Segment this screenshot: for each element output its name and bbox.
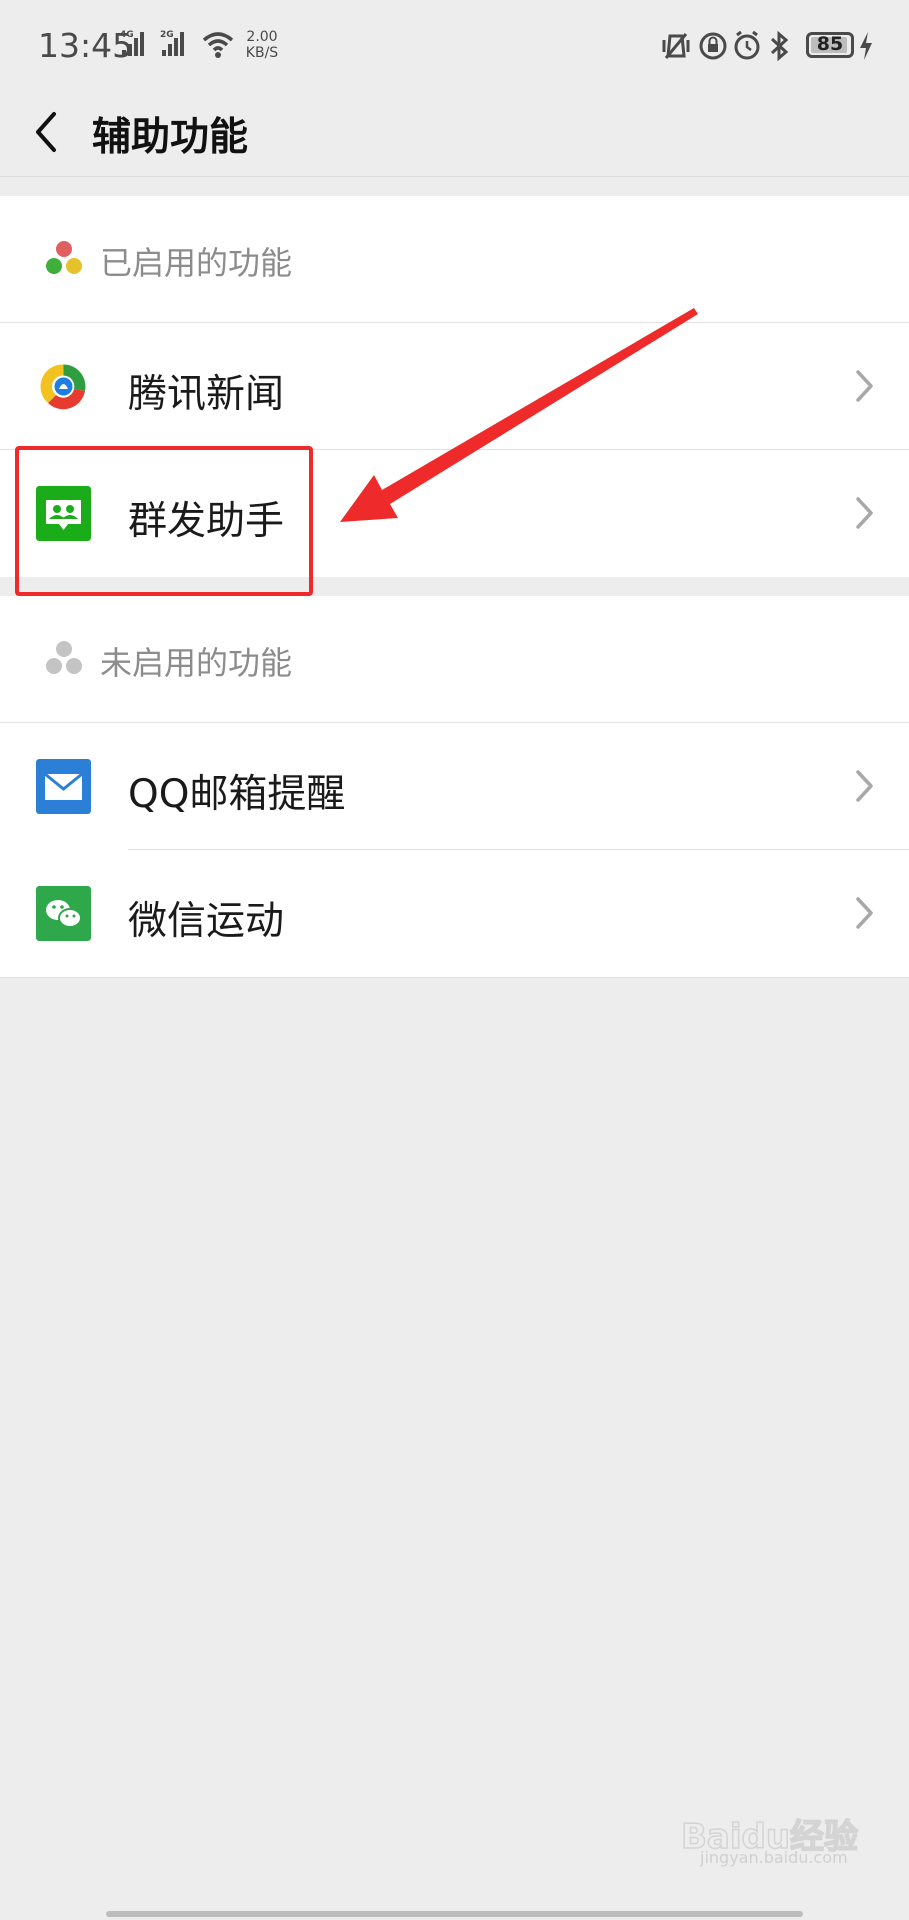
watermark-domain: jingyan.baidu.com xyxy=(700,1848,848,1867)
tencent-news-label: 腾讯新闻 xyxy=(128,372,285,417)
qq-mail-icon xyxy=(36,759,91,814)
tencent-news-icon xyxy=(40,364,86,410)
highlight-box xyxy=(15,446,313,596)
charging-icon xyxy=(860,32,872,60)
qq-mail-label: QQ邮箱提醒 xyxy=(128,772,346,817)
wechat-sport-label: 微信运动 xyxy=(128,899,285,944)
chevron-right-icon xyxy=(856,897,873,929)
enabled-dots-icon xyxy=(46,241,82,274)
chevron-left-icon xyxy=(36,112,56,152)
signal-4g-icon: 4G xyxy=(120,30,144,56)
rotation-lock-icon xyxy=(699,32,727,60)
vibrate-icon xyxy=(662,33,690,59)
signal-2g-icon: 2G xyxy=(160,30,184,56)
chevron-right-icon xyxy=(856,497,873,529)
page-title: 辅助功能 xyxy=(92,115,249,160)
alarm-icon xyxy=(734,30,760,60)
disabled-dots-icon xyxy=(46,641,82,674)
list-item-wechat-sport[interactable]: 微信运动 xyxy=(0,850,909,978)
list-item-qq-mail-reminder[interactable]: QQ邮箱提醒 xyxy=(0,723,909,850)
speed-unit: KB/S xyxy=(245,45,279,61)
net-2g-label: 2G xyxy=(160,30,174,40)
net-4g-label: 4G xyxy=(120,30,134,40)
red-arrow-annotation xyxy=(340,308,698,522)
status-right-icons xyxy=(662,30,789,62)
battery-icon: 85 xyxy=(806,32,854,58)
enabled-section-label: 已启用的功能 xyxy=(100,244,293,282)
status-bar: 13:45 4G 2G 2.00 KB/S 85 xyxy=(0,0,909,88)
battery-level: 85 xyxy=(816,33,844,55)
navigation-bar: 辅助功能 xyxy=(0,88,909,176)
speed-value: 2.00 xyxy=(246,29,278,45)
home-indicator xyxy=(106,1911,803,1917)
nav-divider xyxy=(0,176,909,177)
chevron-right-icon xyxy=(856,770,873,802)
bluetooth-icon xyxy=(770,30,789,62)
status-time: 13:45 xyxy=(38,26,134,65)
disabled-section-label: 未启用的功能 xyxy=(100,644,293,682)
chevron-right-icon xyxy=(856,370,873,402)
wifi-icon xyxy=(202,32,234,58)
disabled-section-header: 未启用的功能 xyxy=(0,596,909,723)
disabled-section: 未启用的功能 QQ邮箱提醒 微信运动 xyxy=(0,596,909,978)
network-speed: 2.00 KB/S xyxy=(242,29,282,61)
wechat-sport-icon xyxy=(36,886,91,941)
back-button[interactable] xyxy=(30,104,64,160)
